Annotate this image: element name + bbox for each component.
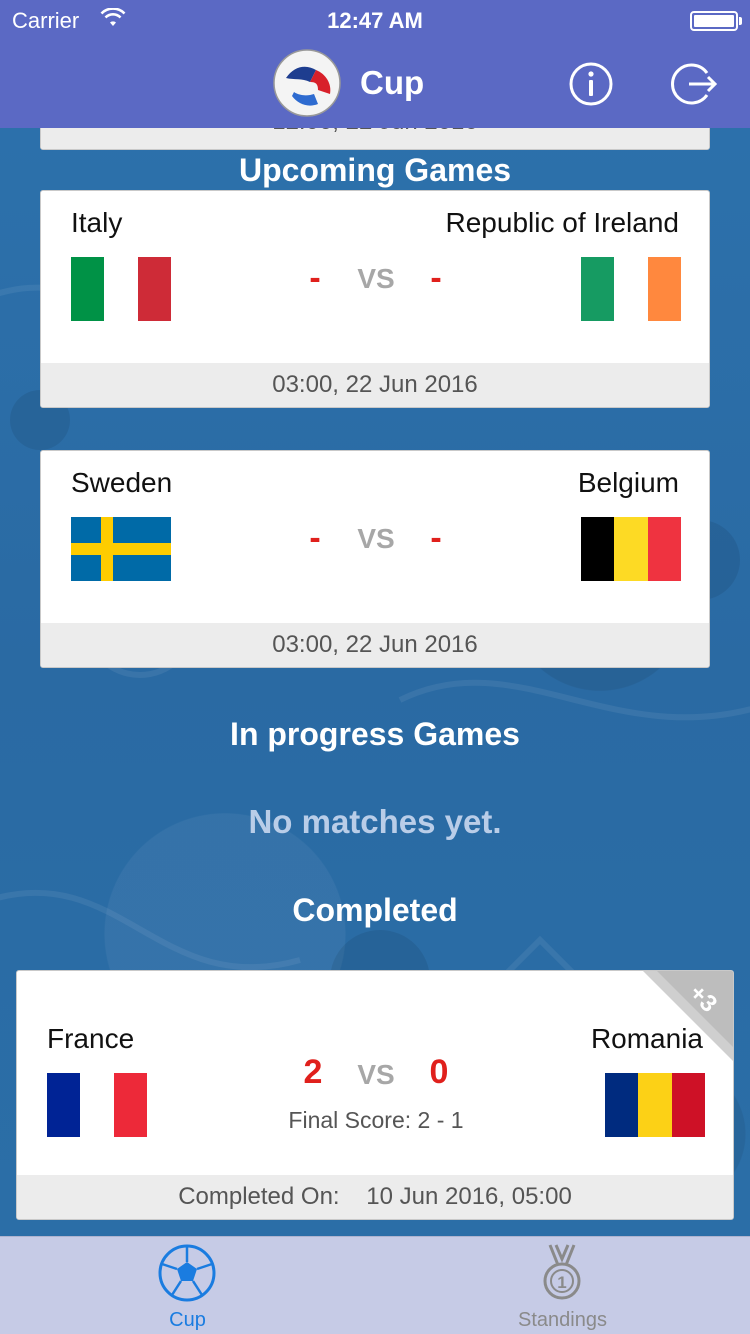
- logout-icon[interactable]: [671, 61, 719, 107]
- tab-bar: Cup 1 Standings: [0, 1236, 750, 1334]
- completed-game-card[interactable]: +3 France Romania 2 VS 0 Final Score: 2 …: [16, 970, 734, 1220]
- away-score: 0: [429, 1053, 449, 1091]
- home-score: -: [309, 259, 321, 297]
- game-datetime: 03:00, 22 Jun 2016: [41, 363, 709, 407]
- nav-title: Cup: [360, 64, 425, 101]
- home-team-name: Italy: [71, 207, 123, 238]
- status-bar: Carrier 12:47 AM: [0, 0, 750, 40]
- italy-flag-icon: [71, 257, 171, 321]
- away-team-name: Republic of Ireland: [445, 207, 679, 238]
- away-team-name: Romania: [590, 1023, 703, 1054]
- away-team-name: Belgium: [577, 467, 679, 498]
- vs-label: VS: [357, 263, 395, 294]
- game-card[interactable]: Italy Republic of Ireland - VS - 03:00, …: [40, 190, 710, 408]
- soccer-ball-logo-icon: [272, 48, 342, 118]
- game-datetime: 03:00, 22 Jun 2016: [41, 623, 709, 667]
- home-score: -: [309, 519, 321, 557]
- previous-game-datetime: 12:00, 22 Jun 2016: [41, 128, 709, 149]
- home-team-name: France: [47, 1023, 135, 1054]
- home-team-name: Sweden: [71, 467, 173, 498]
- game-card[interactable]: Sweden Belgium - VS - 03:00, 22 Jun 2016: [40, 450, 710, 668]
- away-score: -: [430, 259, 442, 297]
- nav-bar: Carrier 12:47 AM Cup: [0, 0, 750, 128]
- info-icon[interactable]: [568, 61, 614, 107]
- status-time: 12:47 AM: [327, 8, 423, 33]
- ireland-flag-icon: [581, 257, 681, 321]
- games-scroll-view[interactable]: 12:00, 22 Jun 2016 Upcoming Games Italy …: [0, 128, 750, 1236]
- tab-cup-label: Cup: [169, 1309, 206, 1331]
- tab-standings-label: Standings: [518, 1309, 607, 1331]
- completed-on-date: 10 Jun 2016, 05:00: [366, 1183, 572, 1210]
- home-score: 2: [303, 1053, 323, 1091]
- battery-tip: [739, 17, 742, 25]
- vs-label: VS: [357, 1059, 395, 1090]
- battery-icon: [690, 11, 738, 31]
- section-title-upcoming: Upcoming Games: [238, 152, 512, 188]
- tab-cup[interactable]: Cup: [0, 1237, 375, 1334]
- medal-icon: 1: [532, 1243, 592, 1303]
- completed-on-label: Completed On:: [178, 1183, 340, 1210]
- sweden-flag-icon: [71, 517, 171, 581]
- away-score: -: [430, 519, 442, 557]
- previous-game-card[interactable]: 12:00, 22 Jun 2016: [40, 128, 710, 150]
- soccer-ball-icon: [157, 1243, 217, 1303]
- section-title-completed: Completed: [292, 892, 458, 928]
- svg-text:1: 1: [557, 1273, 566, 1292]
- vs-label: VS: [357, 523, 395, 554]
- completed-on-footer: Completed On: 10 Jun 2016, 05:00: [17, 1175, 733, 1219]
- tab-standings[interactable]: 1 Standings: [375, 1237, 750, 1334]
- section-title-in-progress: In progress Games: [230, 716, 520, 752]
- final-score-text: Final Score: 2 - 1: [288, 1107, 464, 1133]
- no-matches-text: No matches yet.: [248, 803, 502, 840]
- belgium-flag-icon: [581, 517, 681, 581]
